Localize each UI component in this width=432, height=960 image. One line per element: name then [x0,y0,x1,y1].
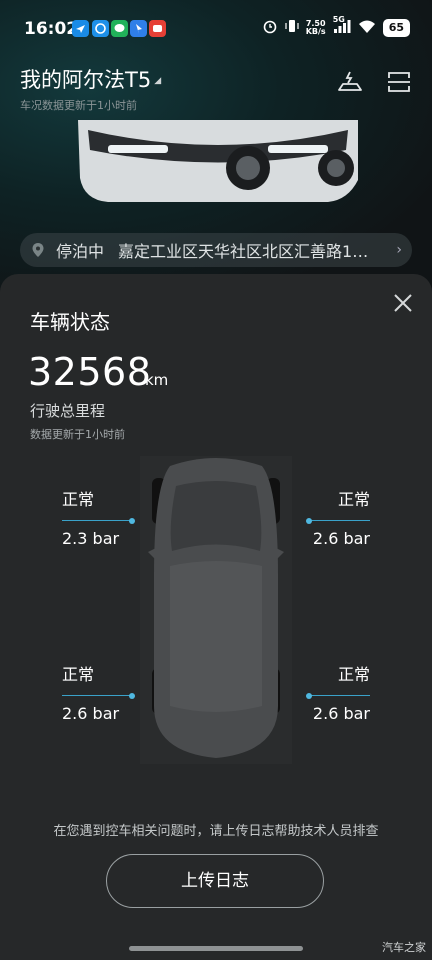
car-lift-icon[interactable] [336,68,364,96]
chevron-right-icon: › [396,242,402,258]
tire-status: 正常 [62,490,95,509]
tire-rear-right: 正常 2.6 bar [306,661,370,723]
tire-indicator-dot [129,692,135,699]
tire-pressure: 2.3 bar [62,529,120,548]
status-right: 7.50 KB/s 5G 65 [262,15,410,37]
tire-rear-left: 正常 2.6 bar [62,661,135,723]
tire-front-right: 正常 2.6 bar [306,486,370,548]
scan-icon[interactable] [385,68,413,96]
vehicle-status-sheet: 车辆状态 32568 km 行驶总里程 数据更新于1小时前 正常 2.3 bar… [0,274,432,960]
tire-pressure: 2.6 bar [312,529,370,548]
tire-indicator-line [62,517,135,524]
tire-indicator-dot [306,692,312,699]
tire-status: 正常 [337,490,370,509]
parking-address: 嘉定工业区天华社区北区汇善路1… [118,242,369,261]
tire-pressure: 2.6 bar [312,704,370,723]
upload-tip-text: 在您遇到控车相关问题时，请上传日志帮助技术人员排查 [53,824,379,839]
watermark: 汽车之家 [382,941,426,954]
tire-status: 正常 [62,665,95,684]
sheet-updated-text: 数据更新于1小时前 [30,428,125,441]
tire-indicator-dot [306,517,312,524]
header-updated-text: 车况数据更新于1小时前 [20,99,137,112]
parking-status: 停泊中 [56,242,105,261]
battery-indicator: 65 [382,18,410,37]
game-app-icon [149,20,166,37]
car-image [78,120,358,202]
map-app-icon [130,20,147,37]
mileage-label: 行驶总里程 [30,402,106,420]
tire-indicator-dot [129,517,135,524]
signal-icon: 5G [333,15,351,37]
tire-indicator-line [62,692,135,699]
vibrate-icon [285,18,299,37]
sheet-title: 车辆状态 [30,310,110,334]
location-pin-icon [32,243,44,257]
status-bar: 16:02 7.50 KB/s 5G 65 [0,15,432,44]
car-name: 我的阿尔法T5 [20,68,152,92]
tire-indicator-line [306,517,370,524]
car-top-view [140,456,292,764]
dropdown-triangle-icon: ◢ [154,76,162,86]
browser-app-icon [92,20,109,37]
wifi-icon [358,18,376,37]
tire-front-left: 正常 2.3 bar [62,486,135,548]
chat-app-icon [111,20,128,37]
alarm-icon [262,18,278,37]
net-speed: 7.50 KB/s [305,18,326,36]
car-selector[interactable]: 我的阿尔法T5 ◢ [20,64,161,94]
parking-location-bar[interactable]: 停泊中 嘉定工业区天华社区北区汇善路1… › [20,233,412,267]
mileage-value: 32568 [28,350,152,394]
status-time: 16:02 [24,19,79,39]
tire-indicator-line [306,692,370,699]
mileage-unit: km [145,371,169,389]
tire-status: 正常 [337,665,370,684]
close-icon[interactable] [392,292,414,314]
plane-app-icon [72,20,89,37]
home-indicator[interactable] [129,946,303,951]
tire-pressure: 2.6 bar [62,704,120,723]
upload-log-button[interactable]: 上传日志 [106,854,324,908]
